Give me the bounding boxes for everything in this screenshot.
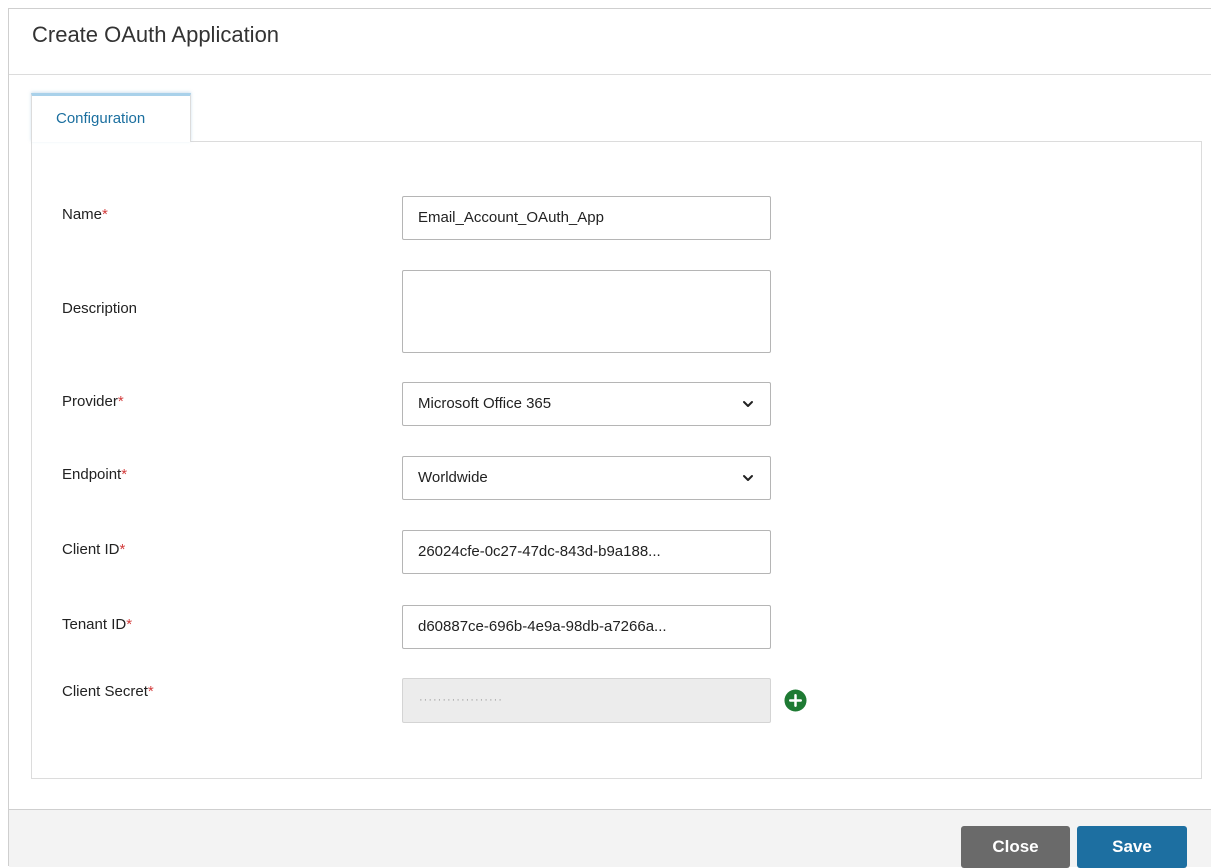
endpoint-label: Endpoint*: [62, 466, 127, 483]
provider-select[interactable]: Microsoft Office 365: [402, 382, 771, 426]
required-marker: *: [126, 616, 133, 633]
client-id-input[interactable]: 26024cfe-0c27-47dc-843d-b9a188...: [402, 530, 771, 574]
tenant-id-label: Tenant ID*: [62, 616, 132, 633]
endpoint-label-text: Endpoint: [62, 466, 122, 483]
close-button[interactable]: Close: [961, 826, 1070, 868]
required-marker: *: [147, 683, 154, 700]
description-label-text: Description: [62, 300, 138, 317]
provider-label-text: Provider: [62, 393, 118, 410]
required-marker: *: [117, 393, 124, 410]
save-button[interactable]: Save: [1077, 826, 1187, 868]
chevron-down-icon: [743, 401, 753, 407]
name-input[interactable]: Email_Account_OAuth_App: [402, 196, 771, 240]
plus-circle-icon[interactable]: [784, 689, 807, 712]
client-id-label-text: Client ID: [62, 541, 120, 558]
client-id-label: Client ID*: [62, 541, 125, 558]
description-textarea[interactable]: [402, 270, 771, 353]
description-label: Description: [62, 300, 137, 317]
dialog-header: Create OAuth Application: [9, 9, 1211, 75]
configuration-panel: Name* Email_Account_OAuth_App Descriptio…: [31, 141, 1202, 779]
endpoint-select[interactable]: Worldwide: [402, 456, 771, 500]
tenant-id-label-text: Tenant ID: [62, 616, 127, 633]
dialog-footer: Close Save: [9, 809, 1211, 868]
name-label-text: Name: [62, 206, 103, 223]
tab-configuration-label: Configuration: [56, 110, 146, 127]
client-secret-label: Client Secret*: [62, 683, 154, 700]
required-marker: *: [119, 541, 126, 558]
dialog-title: Create OAuth Application: [32, 22, 280, 47]
chevron-down-icon: [743, 475, 753, 481]
name-label: Name*: [62, 206, 108, 223]
required-marker: *: [102, 206, 108, 223]
endpoint-select-value: Worldwide: [418, 469, 488, 486]
client-secret-label-text: Client Secret: [62, 683, 148, 700]
tab-configuration[interactable]: Configuration: [31, 93, 191, 142]
provider-label: Provider*: [62, 393, 124, 410]
required-marker: *: [121, 466, 128, 483]
provider-select-value: Microsoft Office 365: [418, 395, 552, 412]
tenant-id-input[interactable]: d60887ce-696b-4e9a-98db-a7266a...: [402, 605, 771, 649]
client-secret-input: ··················: [402, 678, 771, 723]
create-oauth-dialog: Create OAuth Application Configuration N…: [8, 8, 1211, 868]
